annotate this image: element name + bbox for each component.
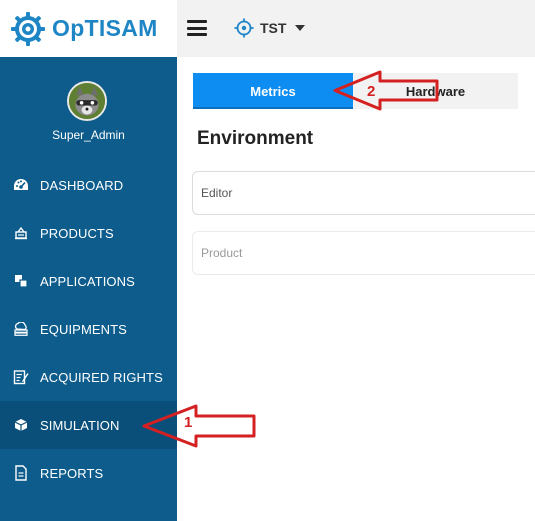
annotation-arrow-icon — [142, 404, 256, 448]
environment-name: TST — [260, 20, 287, 36]
acquired-rights-icon — [13, 369, 29, 385]
raccoon-avatar-icon — [69, 83, 105, 119]
products-icon — [13, 225, 29, 241]
product-field-label: Product — [201, 246, 243, 260]
product-field[interactable]: Product — [192, 231, 535, 275]
sidebar-item-dashboard[interactable]: DASHBOARD — [0, 161, 177, 209]
sidebar-item-label: SIMULATION — [40, 417, 120, 433]
sidebar-item-products[interactable]: PRODUCTS — [0, 209, 177, 257]
top-header: OpTISAM TST — [0, 0, 535, 57]
brand[interactable]: OpTISAM — [0, 0, 177, 57]
active-tab-indicator — [193, 107, 353, 109]
gear-logo-icon — [11, 11, 45, 46]
sidebar-item-reports[interactable]: REPORTS — [0, 449, 177, 497]
section-title: Environment — [197, 128, 314, 149]
caret-down-icon — [295, 25, 306, 31]
sidebar-item-label: REPORTS — [40, 465, 104, 481]
editor-field[interactable]: Editor — [192, 171, 535, 215]
sidebar-item-applications[interactable]: APPLICATIONS — [0, 257, 177, 305]
crosshair-icon — [234, 18, 254, 38]
annotation-number: 2 — [367, 83, 376, 100]
sidebar-item-label: APPLICATIONS — [40, 273, 135, 289]
sidebar-item-label: EQUIPMENTS — [40, 321, 127, 337]
annotation-number: 1 — [184, 414, 193, 431]
equipments-icon — [13, 321, 29, 337]
reports-icon — [13, 465, 29, 481]
tab-metrics[interactable]: Metrics — [193, 73, 353, 109]
sidebar: Super_Admin DASHBOARD PRODUCTS APPLICATI… — [0, 57, 177, 521]
annotation-arrow-icon — [333, 70, 439, 111]
dashboard-icon — [13, 177, 29, 193]
sidebar-item-equipments[interactable]: EQUIPMENTS — [0, 305, 177, 353]
environment-selector[interactable]: TST — [234, 16, 306, 40]
avatar[interactable] — [67, 81, 107, 121]
sidebar-item-acquired-rights[interactable]: ACQUIRED RIGHTS — [0, 353, 177, 401]
applications-icon — [13, 273, 29, 289]
sidebar-item-label: ACQUIRED RIGHTS — [40, 369, 163, 385]
sidebar-item-label: DASHBOARD — [40, 177, 124, 193]
editor-field-label: Editor — [201, 186, 233, 200]
username: Super_Admin — [52, 128, 125, 142]
simulation-icon — [13, 417, 29, 433]
sidebar-item-label: PRODUCTS — [40, 225, 114, 241]
hamburger-icon[interactable] — [187, 20, 207, 36]
brand-name: OpTISAM — [52, 15, 158, 41]
